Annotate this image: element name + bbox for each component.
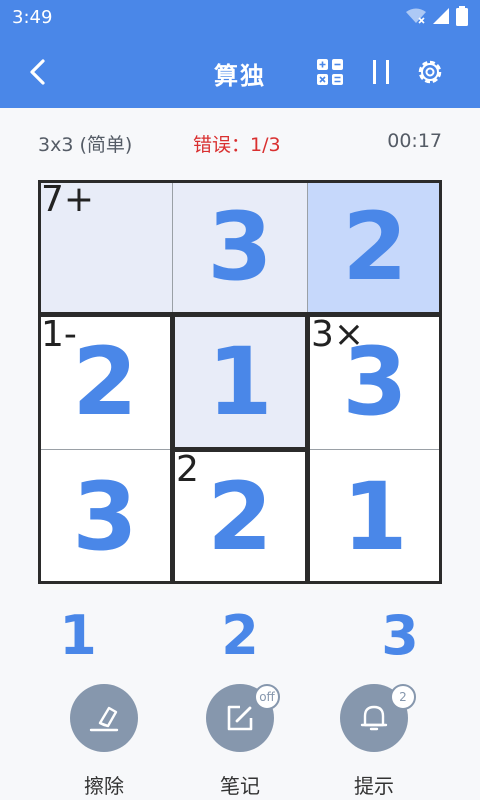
page-title: 算独 [214, 62, 266, 90]
cell-value: 1 [342, 462, 408, 572]
grid-cell-0-0[interactable]: 7+ [38, 180, 172, 314]
grid-cell-0-2[interactable]: 2 [308, 180, 442, 314]
cage-border [172, 447, 308, 452]
cage-label: 3× [311, 314, 365, 355]
pause-icon [373, 60, 389, 84]
number-button-3[interactable]: 3 [360, 604, 440, 668]
status-icons [406, 6, 468, 26]
number-button-2[interactable]: 2 [200, 604, 280, 668]
bell-icon [360, 705, 388, 731]
erase-button[interactable] [70, 684, 138, 752]
cell-value: 2 [72, 327, 138, 437]
hint-label: 提示 [354, 774, 394, 798]
calculator-icon [317, 59, 343, 85]
puzzle-size-label: 3x3 (简单) [38, 134, 133, 156]
wifi-icon [406, 8, 426, 24]
cage-label: 2 [176, 449, 199, 490]
number-pad: 1 2 3 [0, 604, 480, 668]
notes-label: 笔记 [220, 774, 260, 798]
gear-icon [418, 60, 442, 84]
cage-border [38, 581, 442, 584]
cage-label: 1- [41, 314, 77, 355]
notes-action[interactable]: off 笔记 [190, 684, 290, 800]
pencil-icon [227, 705, 253, 731]
grid-cell-0-1[interactable]: 3 [173, 180, 307, 314]
puzzle-grid: 7+ 3 2 1- 2 1 3× 3 3 22 1 [38, 180, 442, 584]
hint-count-badge: 2 [390, 684, 416, 710]
pause-button[interactable] [365, 56, 397, 88]
grid-cell-1-2[interactable]: 3× 3 [308, 315, 442, 449]
status-bar: 3:49 [0, 0, 480, 36]
error-count-label: 错误：1/3 [193, 134, 281, 156]
number-button-1[interactable]: 1 [38, 604, 118, 668]
hint-action[interactable]: 2 提示 [324, 684, 424, 800]
eraser-icon [89, 706, 119, 732]
cell-value: 1 [207, 327, 273, 437]
cell-value: 3 [72, 462, 138, 572]
status-time: 3:49 [12, 7, 53, 28]
grid-cell-2-2[interactable]: 1 [308, 450, 442, 584]
grid-line [38, 449, 172, 450]
notes-status-badge: off [254, 684, 280, 710]
cell-value: 2 [207, 462, 273, 572]
settings-button[interactable] [414, 56, 446, 88]
grid-line [307, 180, 308, 314]
app-bar: 算独 [0, 36, 480, 108]
cell-value: 3 [207, 192, 273, 302]
cell-value: 2 [342, 192, 408, 302]
cage-border [439, 180, 442, 584]
battery-icon [456, 6, 468, 26]
grid-line [308, 449, 442, 450]
cage-label: 7+ [41, 179, 95, 220]
grid-line [172, 180, 173, 314]
erase-label: 擦除 [84, 774, 124, 798]
cage-border [38, 180, 442, 183]
grid-cell-2-0[interactable]: 3 [38, 450, 172, 584]
calculator-button[interactable] [314, 56, 346, 88]
timer-label: 00:17 [387, 130, 442, 152]
erase-action[interactable]: 擦除 [54, 684, 154, 800]
grid-cell-2-1[interactable]: 22 [173, 450, 307, 584]
grid-cell-1-1[interactable]: 1 [173, 315, 307, 449]
cage-border [38, 312, 442, 317]
cage-border [38, 180, 41, 584]
signal-icon [433, 8, 449, 24]
grid-cell-1-0[interactable]: 1- 2 [38, 315, 172, 449]
info-row: 3x3 (简单) 错误：1/3 00:17 [0, 130, 480, 160]
